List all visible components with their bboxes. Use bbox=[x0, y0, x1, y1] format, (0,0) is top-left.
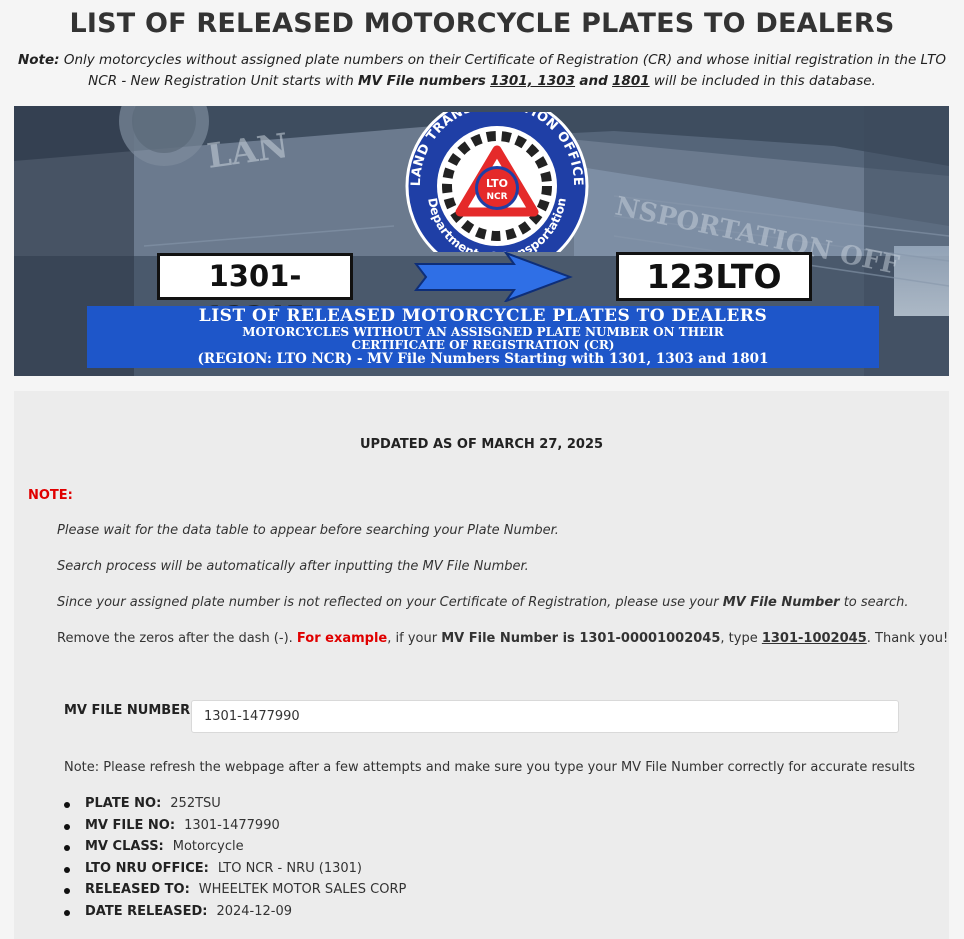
instruction-4d: MV File Number is 1301-00001002045 bbox=[441, 631, 721, 646]
result-released-to: RELEASED TO: WHEELTEK MOTOR SALES CORP bbox=[64, 879, 406, 901]
instruction-4a: Remove the zeros after the dash (-). bbox=[57, 631, 297, 646]
page-title: LIST OF RELEASED MOTORCYCLE PLATES TO DE… bbox=[69, 8, 895, 39]
arrow-right-icon bbox=[414, 252, 573, 302]
instruction-4g: . Thank you! bbox=[866, 631, 949, 646]
instruction-1: Please wait for the data table to appear… bbox=[57, 523, 559, 538]
note-label: NOTE: bbox=[28, 488, 73, 503]
result-key: LTO NRU OFFICE: bbox=[85, 860, 209, 876]
result-key: DATE RELEASED: bbox=[85, 903, 208, 919]
banner-caption-line-1: LIST OF RELEASED MOTORCYCLE PLATES TO DE… bbox=[198, 306, 768, 326]
mv-file-number-label: MV FILE NUMBER bbox=[64, 703, 191, 718]
instruction-2: Search process will be automatically aft… bbox=[57, 559, 529, 574]
instruction-3c: to search. bbox=[839, 595, 909, 610]
intro-num-2: 1801 bbox=[612, 73, 650, 89]
instruction-3a: Since your assigned plate number is not … bbox=[57, 595, 723, 610]
instruction-3: Since your assigned plate number is not … bbox=[57, 595, 908, 610]
instruction-4e: , type bbox=[720, 631, 762, 646]
instruction-4f: 1301-1002045 bbox=[761, 631, 867, 646]
new-plate-example: 123LTO bbox=[616, 252, 812, 301]
result-value: Motorcycle bbox=[172, 839, 244, 855]
result-date-released: DATE RELEASED: 2024-12-09 bbox=[64, 901, 406, 923]
instruction-3b: MV File Number bbox=[722, 595, 840, 610]
result-value: WHEELTEK MOTOR SALES CORP bbox=[198, 882, 407, 898]
updated-date: UPDATED AS OF MARCH 27, 2025 bbox=[359, 437, 604, 452]
result-key: MV CLASS: bbox=[85, 839, 164, 855]
refresh-note: Note: Please refresh the webpage after a… bbox=[64, 760, 915, 775]
result-mv-file-no: MV FILE NO: 1301-1477990 bbox=[64, 815, 406, 837]
result-value: 1301-1477990 bbox=[184, 817, 280, 833]
intro-text-2: will be included in this database. bbox=[649, 73, 876, 89]
result-value: 2024-12-09 bbox=[216, 903, 293, 919]
old-plate-example: 1301-12345 bbox=[157, 253, 353, 334]
result-key: RELEASED TO: bbox=[85, 882, 190, 898]
instruction-4c: , if your bbox=[387, 631, 442, 646]
logo-center-2: NCR bbox=[486, 192, 507, 202]
result-plate-no: PLATE NO: 252TSU bbox=[64, 793, 406, 815]
logo-center-1: LTO bbox=[486, 177, 508, 190]
result-nru-office: LTO NRU OFFICE: LTO NCR - NRU (1301) bbox=[64, 858, 406, 880]
result-value: 252TSU bbox=[170, 796, 221, 811]
result-key: MV FILE NO: bbox=[85, 817, 176, 833]
result-key: PLATE NO: bbox=[85, 796, 162, 811]
intro-and: and bbox=[579, 73, 608, 89]
search-results: PLATE NO: 252TSU MV FILE NO: 1301-1477990 … bbox=[64, 793, 406, 923]
hero-banner: LAN NSPORTATION OFF LAND TRANSPORTATION … bbox=[14, 106, 949, 376]
result-value: LTO NCR - NRU (1301) bbox=[217, 860, 363, 876]
banner-caption-line-4: (REGION: LTO NCR) - MV File Numbers Star… bbox=[197, 351, 769, 367]
intro-note: Note: Only motorcycles without assigned … bbox=[14, 50, 950, 92]
instruction-4b: For example bbox=[296, 631, 388, 646]
lto-logo: LAND TRANSPORTATION OFFICE Department of… bbox=[405, 112, 589, 252]
intro-mv-label: MV File numbers bbox=[358, 73, 486, 89]
instruction-4: Remove the zeros after the dash (-). For… bbox=[57, 631, 948, 646]
intro-note-label: Note: bbox=[17, 52, 60, 68]
result-mv-class: MV CLASS: Motorcycle bbox=[64, 836, 406, 858]
intro-num-1: 1301, 1303 bbox=[490, 73, 576, 89]
banner-caption: LIST OF RELEASED MOTORCYCLE PLATES TO DE… bbox=[87, 306, 879, 368]
mv-file-number-input[interactable] bbox=[191, 700, 899, 733]
search-panel: UPDATED AS OF MARCH 27, 2025 NOTE: Pleas… bbox=[14, 391, 949, 939]
